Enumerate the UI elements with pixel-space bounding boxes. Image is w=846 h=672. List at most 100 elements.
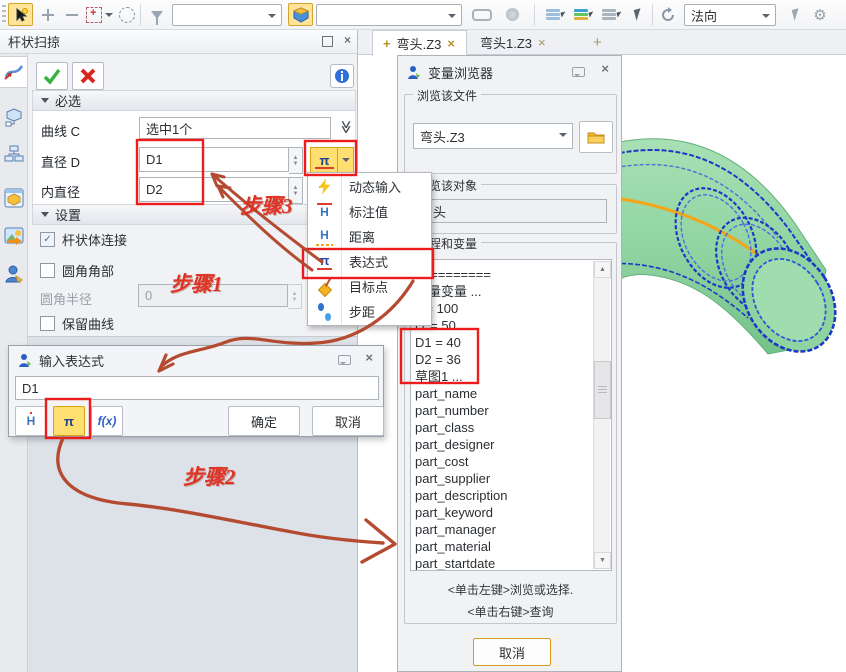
- variable-list-item[interactable]: 草图1 ...: [415, 368, 593, 385]
- pick-cursor-button[interactable]: [788, 3, 804, 26]
- cancel-button[interactable]: [72, 62, 104, 90]
- variable-list-item[interactable]: part_material: [415, 538, 593, 555]
- pi-expression-button[interactable]: π: [310, 147, 339, 173]
- org-tree-icon: [4, 145, 24, 163]
- open-file-button[interactable]: [579, 121, 613, 153]
- menu-item[interactable]: 表达式: [308, 249, 431, 274]
- pick-box-icon: [86, 7, 102, 23]
- close-icon[interactable]: ×: [344, 34, 351, 46]
- tab-close-icon[interactable]: ×: [447, 36, 455, 51]
- menu-item[interactable]: 步距: [308, 299, 431, 324]
- pick-region-caret[interactable]: [104, 3, 114, 26]
- variable-list-item[interactable]: part_designer: [415, 436, 593, 453]
- curve-input[interactable]: 选中1个: [139, 117, 331, 139]
- select-help-button[interactable]: [8, 3, 33, 26]
- dialog-pi-button[interactable]: π: [53, 406, 85, 436]
- variable-list-item[interactable]: part_number: [415, 402, 593, 419]
- filter-button[interactable]: [148, 3, 166, 26]
- orientation-combo[interactable]: 法向: [684, 4, 776, 26]
- dimension-mode-button[interactable]: [15, 406, 47, 436]
- variable-list-item[interactable]: part_class: [415, 419, 593, 436]
- tab-close-icon[interactable]: ×: [538, 35, 546, 50]
- view-cube-button[interactable]: [288, 3, 313, 26]
- stack-pick-button-1[interactable]: [542, 3, 564, 26]
- restore-icon[interactable]: [322, 36, 333, 47]
- menu-item[interactable]: 目标点: [308, 274, 431, 299]
- function-button[interactable]: f(x): [91, 406, 123, 436]
- variable-list-item[interactable]: r1 = 50: [415, 317, 593, 334]
- inner-diameter-label: 内直径: [41, 182, 80, 201]
- sidebar-item-render[interactable]: [0, 220, 28, 252]
- ok-button[interactable]: [36, 62, 68, 90]
- select-button[interactable]: [630, 3, 646, 26]
- comment-icon[interactable]: [338, 355, 351, 365]
- sidebar-item-user[interactable]: [0, 258, 28, 290]
- pick-region-button[interactable]: [85, 3, 103, 26]
- tab-active-document[interactable]: + 弯头.Z3 ×: [372, 30, 467, 56]
- menu-item[interactable]: 标注值: [308, 199, 431, 224]
- sidebar-item-assembly-tree[interactable]: [0, 138, 28, 170]
- close-icon[interactable]: ×: [601, 61, 609, 76]
- new-tab-button[interactable]: +: [583, 30, 607, 55]
- checkbox-icon[interactable]: [40, 263, 55, 278]
- scrollbar[interactable]: ▲ ▼: [593, 261, 610, 569]
- panel-titlebar[interactable]: 杆状扫掠 ×: [0, 30, 357, 54]
- variable-browser-panel: 变量浏览器 × 浏览该文件 弯头.Z3 浏览该对象 弯头 方程和变量 =====…: [397, 55, 622, 672]
- reorient-button[interactable]: [658, 3, 678, 26]
- sidebar-item-history[interactable]: [0, 102, 28, 134]
- variable-list-item[interactable]: part_manager: [415, 521, 593, 538]
- checkbox-icon[interactable]: [40, 316, 55, 331]
- scroll-up-icon[interactable]: ▲: [594, 261, 611, 278]
- variable-list-item[interactable]: ==========: [415, 266, 593, 283]
- stack-pick-button-3[interactable]: [598, 3, 620, 26]
- add-button[interactable]: [38, 3, 58, 26]
- filter-combo[interactable]: [172, 4, 282, 26]
- diameter-input[interactable]: D1: [139, 147, 289, 172]
- menu-item[interactable]: 动态输入: [308, 174, 431, 199]
- variables-listbox[interactable]: ========== 标量变量 ... L = 100 r1 = 50 D1 =…: [410, 259, 612, 571]
- variable-list-item[interactable]: D2 = 36: [415, 351, 593, 368]
- checkbox-checked-icon[interactable]: ✓: [40, 232, 55, 247]
- variable-list-item[interactable]: L = 100: [415, 300, 593, 317]
- tab-inactive-document[interactable]: 弯头1.Z3 ×: [470, 30, 578, 55]
- group-label: 浏览该文件: [413, 87, 481, 104]
- variable-list-item[interactable]: part_description: [415, 487, 593, 504]
- sidebar-item-solid-window[interactable]: [0, 182, 28, 214]
- cancel-button[interactable]: 取消: [312, 406, 384, 436]
- variable-list-item[interactable]: 标量变量 ...: [415, 283, 593, 300]
- file-combo[interactable]: 弯头.Z3: [413, 123, 573, 149]
- diameter-spinner[interactable]: ▲▼: [289, 147, 303, 174]
- ok-button[interactable]: 确定: [228, 406, 300, 436]
- cancel-button[interactable]: 取消: [473, 638, 551, 666]
- variable-list-item[interactable]: D1 = 40: [415, 334, 593, 351]
- checkbox-rod-connect[interactable]: ✓ 杆状体连接: [40, 230, 127, 249]
- settings-cursor-button[interactable]: ⚙: [810, 3, 830, 26]
- checkbox-keep-curve[interactable]: 保留曲线: [40, 314, 114, 333]
- scroll-thumb[interactable]: [594, 361, 611, 419]
- selection-combo[interactable]: [316, 4, 462, 26]
- lasso-button[interactable]: [118, 3, 136, 26]
- scroll-down-icon[interactable]: ▼: [594, 552, 611, 569]
- variable-list-item[interactable]: part_keyword: [415, 504, 593, 521]
- variable-list-item[interactable]: part_name: [415, 385, 593, 402]
- comment-icon[interactable]: [572, 67, 585, 77]
- inner-diameter-spinner[interactable]: ▲▼: [289, 177, 303, 204]
- variable-list-item[interactable]: part_startdate: [415, 555, 593, 571]
- variable-list-item[interactable]: part_cost: [415, 453, 593, 470]
- sidebar-item-sweep[interactable]: [0, 56, 28, 88]
- checkbox-fillet-corner[interactable]: 圆角角部: [40, 261, 114, 280]
- info-button[interactable]: [330, 64, 354, 88]
- toolbar-grip[interactable]: [2, 5, 6, 25]
- double-chevron-icon[interactable]: ≫: [338, 120, 354, 134]
- menu-item[interactable]: 距离: [308, 224, 431, 249]
- section-required[interactable]: 必选: [32, 90, 356, 111]
- close-icon[interactable]: ×: [365, 350, 373, 365]
- disc-button[interactable]: [502, 3, 522, 26]
- stack-pick-button-2[interactable]: [570, 3, 592, 26]
- pi-dropdown-caret[interactable]: [337, 147, 354, 173]
- inner-diameter-input[interactable]: D2: [139, 177, 289, 202]
- chain-button[interactable]: [470, 3, 494, 26]
- variable-list-item[interactable]: part_supplier: [415, 470, 593, 487]
- remove-button[interactable]: [62, 3, 82, 26]
- expression-input[interactable]: D1: [15, 376, 379, 400]
